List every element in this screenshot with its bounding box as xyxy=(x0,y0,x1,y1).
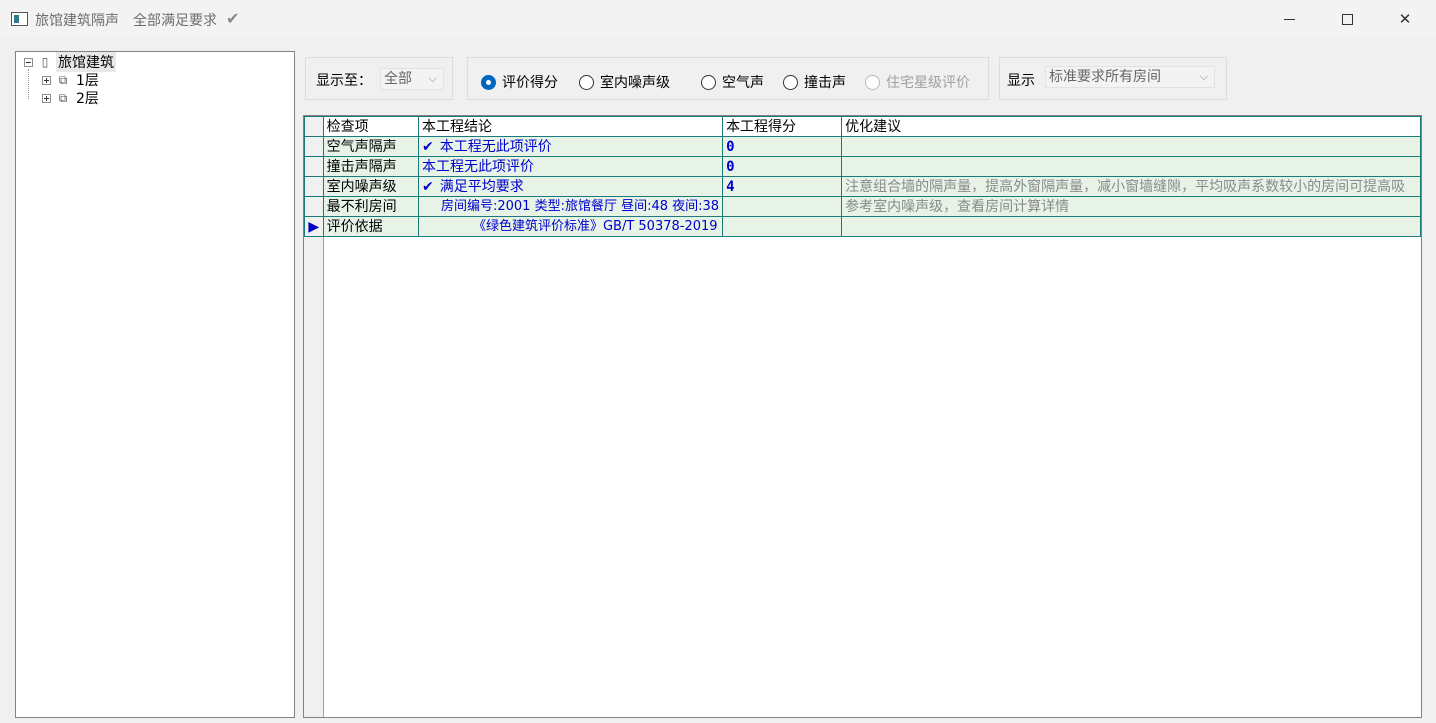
cell-conclusion[interactable]: ✔ 满足平均要求 xyxy=(417,176,724,197)
radio-label: 室内噪声级 xyxy=(600,75,670,91)
radio-indoor-noise[interactable]: 室内噪声级 xyxy=(579,72,670,92)
tree-node-label[interactable]: 1层 xyxy=(74,70,101,90)
checkmark-icon: ✔ xyxy=(226,9,240,28)
radio-impact[interactable]: 撞击声 xyxy=(783,72,846,92)
minimize-icon xyxy=(1283,18,1295,20)
conclusion-text: 本工程无此项评价 xyxy=(439,138,552,155)
minimize-button[interactable] xyxy=(1260,0,1318,38)
title-bar: 旅馆建筑隔声 全部满足要求 ✔ ✕ xyxy=(0,0,1436,38)
result-table: 检查项 本工程结论 本工程得分 优化建议 空气声隔声 ✔ 本工程无此项评价 0 撞… xyxy=(304,116,1421,237)
floor-icon: ⧉ xyxy=(58,73,68,87)
check-icon: ✔ xyxy=(421,138,434,155)
row-header[interactable] xyxy=(304,176,324,197)
expand-icon[interactable] xyxy=(42,93,51,103)
cell-conclusion[interactable]: ✔ 本工程无此项评价 xyxy=(417,136,724,157)
cell-advice[interactable]: 参考室内噪声级，查看房间计算详情 xyxy=(841,196,1421,217)
cell-advice[interactable]: 注意组合墙的隔声量，提高外窗隔声量，减小窗墙缝隙，平均吸声系数较小的房间可提高吸 xyxy=(841,176,1421,197)
maximize-icon xyxy=(1341,13,1353,25)
table-row[interactable]: 空气声隔声 ✔ 本工程无此项评价 0 xyxy=(304,136,1421,157)
tree-connector xyxy=(28,69,29,99)
cell-item[interactable]: 最不利房间 xyxy=(322,196,419,217)
cell-conclusion[interactable]: 本工程无此项评价 xyxy=(417,156,724,177)
expand-icon[interactable] xyxy=(42,75,51,85)
row-header[interactable] xyxy=(304,156,324,177)
window-status: 全部满足要求 xyxy=(133,13,217,29)
display-label: 显示 xyxy=(1007,73,1035,89)
cell-score[interactable]: 0 xyxy=(722,136,843,157)
cell-item[interactable]: 室内噪声级 xyxy=(322,176,419,197)
radio-icon xyxy=(783,74,798,90)
table-row-current[interactable]: ▶ 评价依据 《绿色建筑评价标准》GB/T 50378-2019 xyxy=(304,216,1421,237)
current-row-indicator-icon[interactable]: ▶ xyxy=(304,216,324,237)
cell-conclusion[interactable]: 房间编号:2001 类型:旅馆餐厅 昼间:48 夜间:38 xyxy=(417,196,724,217)
radio-icon xyxy=(579,74,594,90)
radio-label: 住宅星级评价 xyxy=(886,75,970,91)
tree-node-root[interactable]: ▯ 旅馆建筑 xyxy=(24,52,116,72)
table-row[interactable]: 最不利房间 房间编号:2001 类型:旅馆餐厅 昼间:48 夜间:38 参考室内… xyxy=(304,196,1421,217)
radio-label: 空气声 xyxy=(722,75,764,91)
cell-score[interactable] xyxy=(722,196,843,217)
cell-advice[interactable] xyxy=(841,136,1421,157)
cell-advice[interactable] xyxy=(841,156,1421,177)
show-to-value: 全部 xyxy=(384,71,412,87)
close-button[interactable]: ✕ xyxy=(1376,0,1434,38)
view-mode-group: 评价得分 室内噪声级 空气声 撞击声 住宅星级评价 xyxy=(467,57,989,100)
tree-node-label[interactable]: 旅馆建筑 xyxy=(56,52,116,72)
column-header[interactable]: 本工程结论 xyxy=(417,116,724,137)
corner-cell xyxy=(304,116,324,137)
radio-icon xyxy=(701,74,716,90)
chevron-down-icon: ⌵ xyxy=(1199,70,1208,83)
cell-score[interactable]: 0 xyxy=(722,156,843,177)
radio-label: 撞击声 xyxy=(804,75,846,91)
app-icon xyxy=(11,12,28,26)
table-header-row: 检查项 本工程结论 本工程得分 优化建议 xyxy=(304,116,1421,137)
tree-node-floor-1[interactable]: ⧉ 1层 xyxy=(42,71,101,89)
table-row[interactable]: 室内噪声级 ✔ 满足平均要求 4 注意组合墙的隔声量，提高外窗隔声量，减小窗墙缝隙… xyxy=(304,176,1421,197)
display-value: 标准要求所有房间 xyxy=(1049,69,1161,85)
radio-airborne[interactable]: 空气声 xyxy=(701,72,764,92)
check-icon: ✔ xyxy=(421,178,434,195)
radio-icon xyxy=(865,74,880,90)
cell-score[interactable] xyxy=(722,216,843,237)
floor-icon: ⧉ xyxy=(58,91,68,105)
show-to-group: 显示至： 全部 ⌵ xyxy=(305,57,453,100)
cell-item[interactable]: 空气声隔声 xyxy=(322,136,419,157)
conclusion-text: 满足平均要求 xyxy=(439,178,524,195)
radio-score[interactable]: 评价得分 xyxy=(481,72,558,92)
collapse-icon[interactable] xyxy=(24,57,33,67)
building-tree[interactable]: ▯ 旅馆建筑 ⧉ 1层 ⧉ 2层 xyxy=(15,51,295,718)
maximize-button[interactable] xyxy=(1318,0,1376,38)
tree-node-floor-2[interactable]: ⧉ 2层 xyxy=(42,89,101,107)
radio-selected-icon xyxy=(481,74,496,90)
show-to-label: 显示至： xyxy=(316,73,372,89)
column-header[interactable]: 优化建议 xyxy=(841,116,1421,137)
result-grid[interactable]: 检查项 本工程结论 本工程得分 优化建议 空气声隔声 ✔ 本工程无此项评价 0 撞… xyxy=(303,115,1422,718)
cell-item[interactable]: 评价依据 xyxy=(322,216,419,237)
cell-conclusion[interactable]: 《绿色建筑评价标准》GB/T 50378-2019 xyxy=(417,216,724,237)
row-header[interactable] xyxy=(304,136,324,157)
radio-label: 评价得分 xyxy=(502,75,558,91)
cell-score[interactable]: 4 xyxy=(722,176,843,197)
window-title: 旅馆建筑隔声 xyxy=(35,13,119,29)
cell-advice[interactable] xyxy=(841,216,1421,237)
column-header[interactable]: 本工程得分 xyxy=(722,116,843,137)
column-header[interactable]: 检查项 xyxy=(322,116,419,137)
radio-residential-star: 住宅星级评价 xyxy=(865,72,970,92)
building-icon: ▯ xyxy=(41,55,49,69)
show-to-select[interactable]: 全部 ⌵ xyxy=(380,68,444,90)
close-icon: ✕ xyxy=(1398,10,1412,28)
row-header[interactable] xyxy=(304,196,324,217)
cell-item[interactable]: 撞击声隔声 xyxy=(322,156,419,177)
tree-node-label[interactable]: 2层 xyxy=(74,88,101,108)
chevron-down-icon: ⌵ xyxy=(428,72,437,85)
display-group: 显示 标准要求所有房间 ⌵ xyxy=(999,57,1227,100)
display-select[interactable]: 标准要求所有房间 ⌵ xyxy=(1045,66,1215,88)
table-row[interactable]: 撞击声隔声 本工程无此项评价 0 xyxy=(304,156,1421,177)
